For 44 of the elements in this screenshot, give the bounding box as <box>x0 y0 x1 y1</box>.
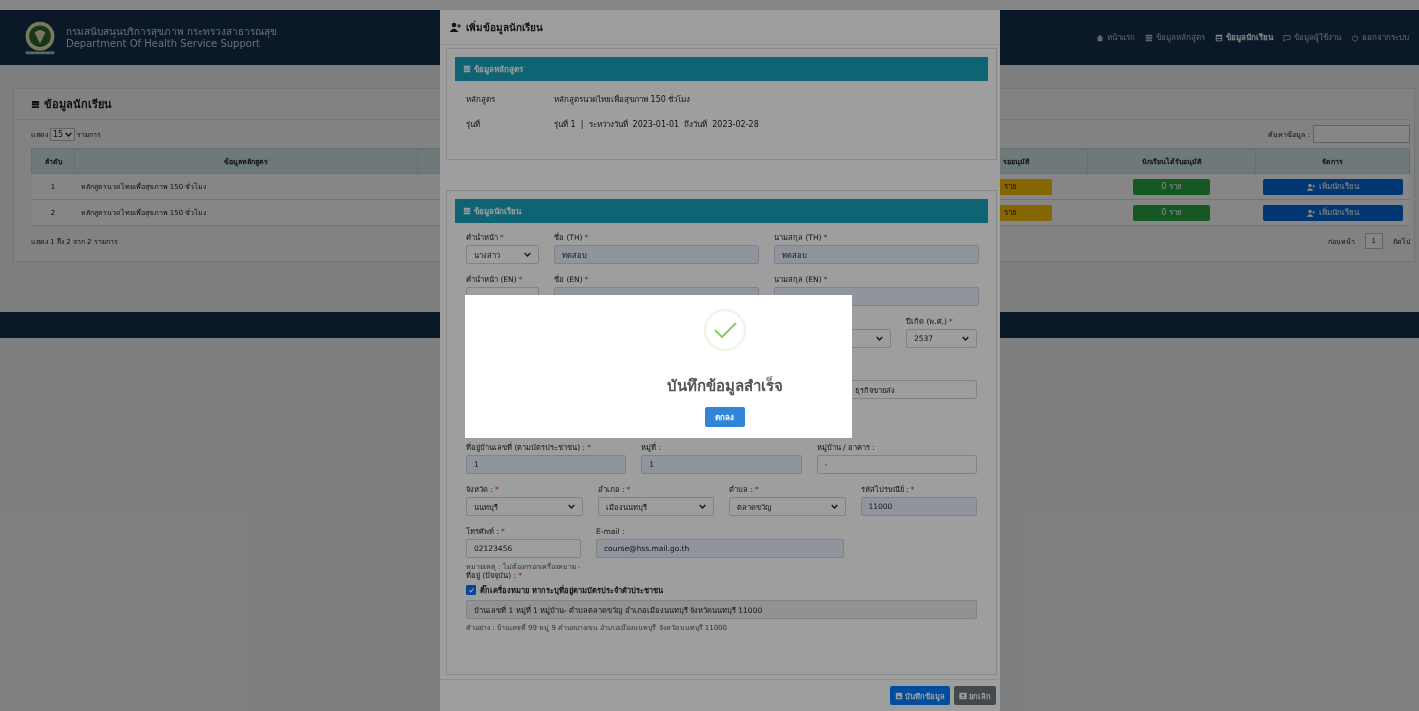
search-field[interactable] <box>1313 125 1410 143</box>
nav-link[interactable]: ออกจากระบบ <box>1351 31 1409 44</box>
chevron-icon <box>65 130 73 138</box>
nav-link[interactable]: ข้อมูลผู้ใช้งาน <box>1283 31 1341 44</box>
chevron-icon <box>830 503 838 510</box>
checkbox[interactable] <box>466 585 476 595</box>
modal-title: เพิ่มข้อมูลนักเรียน <box>466 19 543 35</box>
approved-count-badge: 0 ราย <box>1133 204 1210 221</box>
table-icon <box>1215 33 1223 42</box>
dialog-title: บันทึกข้อมูลสำเร็จ <box>666 375 783 398</box>
section-title: ข้อมูลหลักสูตร <box>474 63 523 76</box>
nav-link[interactable]: ข้อมูลนักเรียน <box>1215 31 1273 44</box>
database-icon <box>31 99 40 109</box>
power-icon <box>1351 33 1359 42</box>
chat-icon <box>1283 33 1291 42</box>
list-icon <box>1145 33 1153 42</box>
database-icon <box>463 207 471 215</box>
section-title: ข้อมูลนักเรียน <box>474 205 521 218</box>
success-check-icon <box>702 308 747 352</box>
approved-count-badge: 0 ราย <box>1133 178 1210 195</box>
info-label: รุ่นที่ <box>466 118 481 131</box>
add-student-button[interactable]: เพิ่มนักเรียน <box>1262 178 1403 195</box>
info-value: รุ่นที่ 1 | ระหว่างวันที่ 2023-01-01 ถึงวันที่ 2023-02-28 <box>554 118 759 131</box>
close-icon <box>959 691 967 700</box>
chevron-icon <box>962 335 969 342</box>
database-icon <box>463 65 471 73</box>
add-student-button[interactable]: เพิ่มนักเรียน <box>1262 204 1403 221</box>
user-plus-icon <box>450 22 462 32</box>
user-plus-icon <box>1306 182 1316 191</box>
chevron-icon <box>876 335 883 342</box>
user-plus-icon <box>1306 208 1316 217</box>
info-label: หลักสูตร <box>466 94 496 106</box>
chevron-icon <box>524 251 531 258</box>
ok-button[interactable]: ตกลง <box>704 407 745 427</box>
nav-link[interactable]: หน้าแรก <box>1096 31 1135 44</box>
nav-link[interactable]: ข้อมูลหลักสูตร <box>1145 31 1205 44</box>
chevron-icon <box>699 503 706 510</box>
info-value: หลักสูตรนวดไทยเพื่อสุขภาพ 150 ชั่วโมง <box>554 93 691 106</box>
card-title: ข้อมูลนักเรียน <box>44 97 112 113</box>
organization-name: กรมสนับสนุนบริการสุขภาพ กระทรวงสาธารณสุข <box>66 25 278 38</box>
chevron-icon <box>567 503 575 510</box>
page-size-select[interactable]: 15 <box>50 127 76 141</box>
home-icon <box>1096 33 1104 42</box>
organization-name: Department Of Health Service Support <box>66 37 260 50</box>
